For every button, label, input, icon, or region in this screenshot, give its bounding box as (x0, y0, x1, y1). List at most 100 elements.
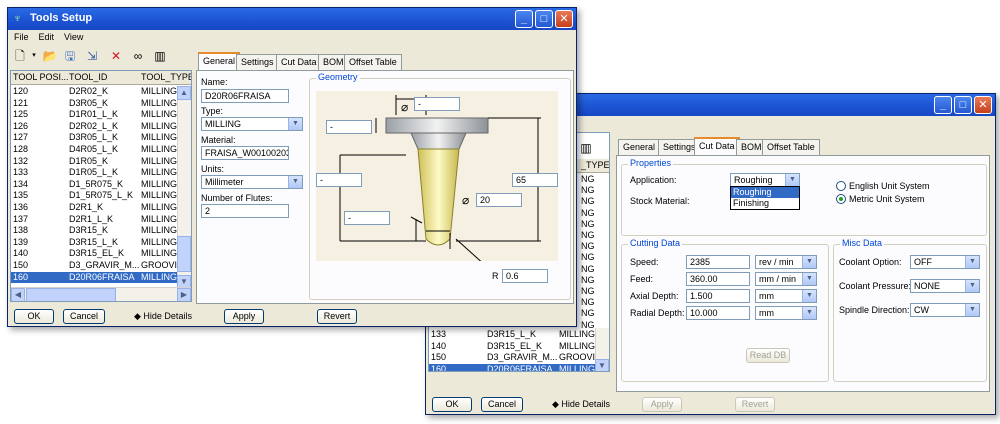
tab-cut-data[interactable]: Cut Data (694, 137, 740, 155)
tab-cut-data[interactable]: Cut Data (276, 54, 322, 70)
hide-details-button-2[interactable]: ◆ Hide Details (552, 399, 610, 410)
tab-general[interactable]: General (618, 139, 661, 155)
table-row[interactable]: 135 D1_5R075_L_K MILLING (11, 190, 177, 202)
length-input[interactable]: 65 (512, 173, 558, 187)
table-row[interactable]: 160 D20R06FRAISA MILLING (429, 363, 595, 371)
table-row[interactable]: 138 D3R15_K MILLING (11, 225, 177, 237)
close-button-2[interactable]: ✕ (974, 96, 992, 114)
hide-details-button[interactable]: ◆ Hide Details (134, 311, 192, 322)
radial-depth-input[interactable]: 10.000 (686, 306, 750, 320)
table-row[interactable]: 127 D3R05_L_K MILLING (11, 132, 177, 144)
flutes-input[interactable]: 2 (201, 204, 289, 218)
axial-unit-select[interactable]: mm ▼ (755, 289, 817, 303)
application-option-finishing[interactable]: Finishing (731, 198, 799, 209)
table-row[interactable]: 137 D2R1_L_K MILLING (11, 214, 177, 226)
table-row[interactable]: 150 D3_GRAVIR_M...GROOVIN (429, 352, 595, 364)
table-row[interactable]: 133 D1R05_L_K MILLING (11, 167, 177, 179)
list-vscrollbar[interactable]: ▲ ▼ (177, 86, 191, 289)
chevron-down-icon[interactable]: ▼ (802, 307, 816, 319)
glasses-icon[interactable]: ∞ (130, 48, 146, 64)
material-input[interactable]: FRAISA_W00100203 (201, 146, 289, 160)
name-input[interactable]: D20R06FRAISA (201, 89, 289, 103)
chevron-down-icon[interactable]: ▼ (965, 280, 979, 292)
delete-icon[interactable]: ✕ (108, 48, 124, 64)
columns-icon-2[interactable]: ▥ (578, 140, 594, 156)
chevron-down-icon[interactable]: ▼ (965, 256, 979, 268)
chevron-down-icon[interactable]: ▼ (288, 118, 302, 130)
chevron-down-icon[interactable]: ▼ (802, 290, 816, 302)
axial-depth-input[interactable]: 1.500 (686, 289, 750, 303)
radial-unit-select[interactable]: mm ▼ (755, 306, 817, 320)
table-row[interactable]: 140 D3R15_EL_K MILLING (11, 248, 177, 260)
maximize-button-2[interactable]: □ (954, 96, 972, 114)
scroll-down-button-2[interactable]: ▼ (595, 359, 609, 371)
revert-button[interactable]: Revert (317, 309, 357, 324)
titlebar[interactable]: ♆ Tools Setup _ □ ✕ (8, 8, 576, 30)
menu-file[interactable]: File (14, 32, 29, 46)
close-button[interactable]: ✕ (555, 10, 573, 28)
speed-unit-select[interactable]: rev / min ▼ (755, 255, 817, 269)
minimize-button[interactable]: _ (515, 10, 533, 28)
head-height-input[interactable]: - (326, 120, 372, 134)
minimize-button-2[interactable]: _ (934, 96, 952, 114)
import-tool-icon[interactable]: ⇲ (84, 48, 100, 64)
ok-button[interactable]: OK (14, 309, 54, 324)
menu-edit[interactable]: Edit (39, 32, 55, 46)
save-icon[interactable]: 🖫 (62, 48, 78, 64)
column-tool-position[interactable]: TOOL POSI... (13, 72, 69, 82)
metric-unit-radio[interactable] (836, 194, 846, 204)
table-row[interactable]: 132 D1R05_K MILLING (11, 156, 177, 168)
coolant-option-select[interactable]: OFF ▼ (910, 255, 980, 269)
cancel-button-2[interactable]: Cancel (481, 397, 523, 412)
chevron-down-icon[interactable]: ▼ (288, 176, 302, 188)
revert-button-2[interactable]: Revert (735, 397, 775, 412)
feed-unit-select[interactable]: mm / min ▼ (755, 272, 817, 286)
table-row[interactable]: 128 D4R05_L_K MILLING (11, 144, 177, 156)
tab-general[interactable]: General (198, 52, 241, 70)
diameter-input[interactable]: 20 (476, 193, 522, 207)
table-row[interactable]: 140 D3R15_EL_K MILLING (429, 341, 595, 353)
table-row[interactable]: 139 D3R15_L_K MILLING (11, 237, 177, 249)
table-row[interactable]: 160 D20R06FRAISA MILLING (11, 271, 177, 284)
table-row[interactable]: 121 D3R05_K MILLING (11, 98, 177, 110)
chevron-down-icon[interactable]: ▼ (802, 273, 816, 285)
table-row[interactable]: 125 D1R01_L_K MILLING (11, 109, 177, 121)
speed-input[interactable]: 2385 (686, 255, 750, 269)
chevron-down-icon[interactable]: ▼ (785, 174, 799, 186)
tab-offset-table[interactable]: Offset Table (344, 54, 402, 70)
top-diameter-input[interactable]: - (414, 97, 460, 111)
open-folder-icon[interactable]: 📂 (42, 48, 58, 64)
scroll-h-thumb[interactable] (26, 288, 116, 301)
apply-button-2[interactable]: Apply (642, 397, 682, 412)
table-row[interactable]: 134 D1_5R075_K MILLING (11, 179, 177, 191)
chevron-down-icon[interactable]: ▼ (802, 256, 816, 268)
scroll-up-button[interactable]: ▲ (177, 86, 191, 100)
tab-settings[interactable]: Settings (236, 54, 279, 70)
table-row[interactable]: 120 D2R02_K MILLING (11, 86, 177, 98)
list-hscrollbar[interactable]: ◀ ▶ (11, 287, 191, 301)
table-row[interactable]: 150 D3_GRAVIR_M...GROOVIN (11, 260, 177, 272)
table-row[interactable]: 126 D2R02_L_K MILLING (11, 121, 177, 133)
scroll-left-button[interactable]: ◀ (11, 288, 25, 301)
english-unit-radio[interactable] (836, 181, 846, 191)
menu-view[interactable]: View (64, 32, 83, 46)
columns-icon[interactable]: ▥ (152, 48, 168, 64)
coolant-pressure-select[interactable]: NONE ▼ (910, 279, 980, 293)
units-select[interactable]: Millimeter ▼ (201, 175, 303, 189)
column-tool-type-partial[interactable]: _TYPE (581, 160, 609, 170)
total-length-input[interactable]: - (316, 173, 362, 187)
apply-button[interactable]: Apply (224, 309, 264, 324)
spindle-direction-select[interactable]: CW ▼ (910, 303, 980, 317)
application-option-roughing[interactable]: Roughing (731, 187, 799, 198)
application-dropdown[interactable]: Roughing Finishing (730, 186, 800, 210)
ok-button-2[interactable]: OK (432, 397, 472, 412)
cut-length-input[interactable]: - (344, 211, 390, 225)
application-select[interactable]: Roughing ▼ (730, 173, 800, 187)
dropdown-arrow-icon[interactable]: ▾ (26, 48, 42, 64)
feed-input[interactable]: 360.00 (686, 272, 750, 286)
column-tool-type[interactable]: TOOL_TYPE (141, 72, 191, 82)
cancel-button[interactable]: Cancel (63, 309, 105, 324)
table-row[interactable]: 136 D2R1_K MILLING (11, 202, 177, 214)
type-select[interactable]: MILLING ▼ (201, 117, 303, 131)
scroll-thumb[interactable] (177, 236, 191, 272)
